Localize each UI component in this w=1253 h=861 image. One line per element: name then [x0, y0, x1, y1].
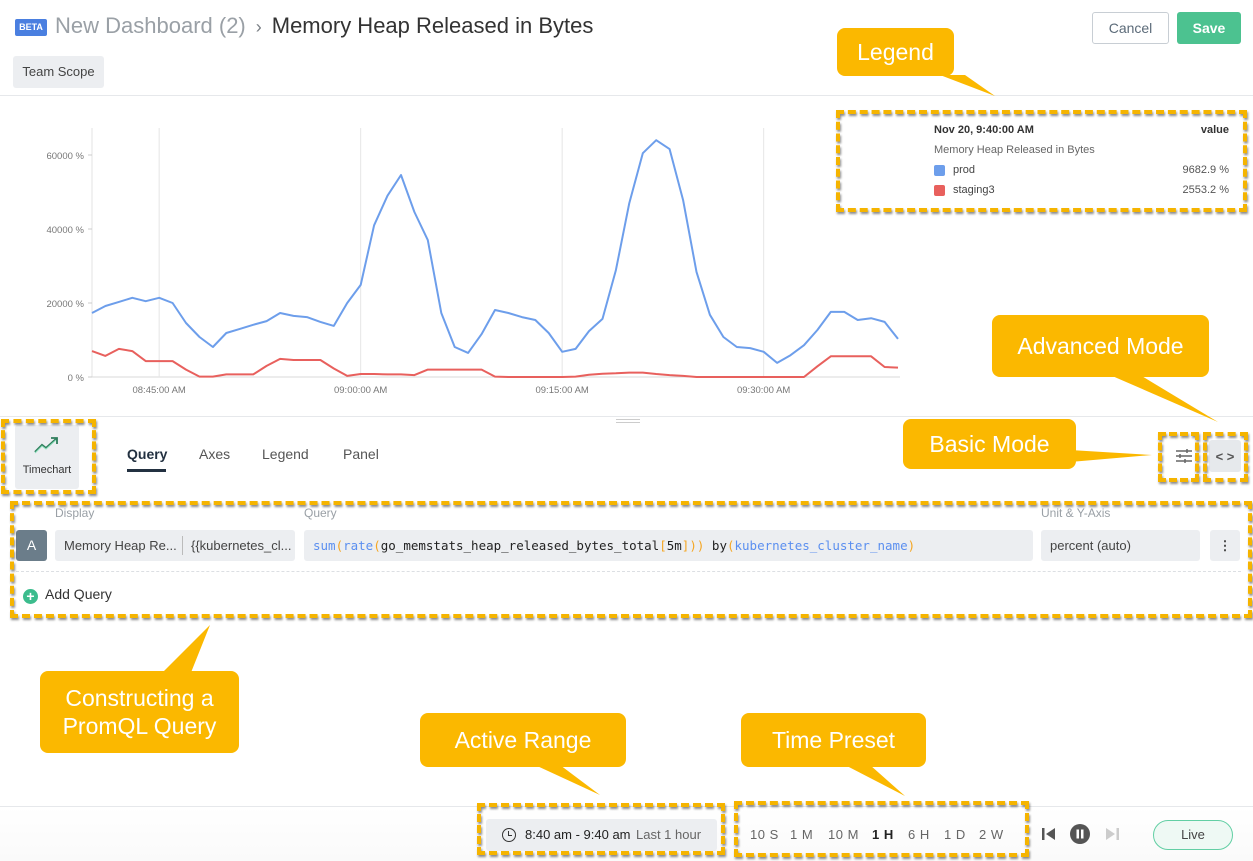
y-tick-label: 20000 % [46, 299, 84, 310]
callout-advanced-mode: Advanced Mode [992, 315, 1209, 377]
callout-time-preset: Time Preset [741, 713, 926, 767]
team-scope-button[interactable]: Team Scope [13, 56, 104, 88]
callout-basic-mode: Basic Mode [903, 419, 1076, 469]
timechart[interactable]: 0 % 20000 % 40000 % 60000 % 08:45:00 AM 09:0… [0, 100, 910, 405]
y-tick-label: 0 % [68, 373, 85, 384]
x-tick-label: 08:45:00 AM [132, 385, 185, 396]
query-token: go_memstats_heap_released_bytes_total [380, 538, 660, 553]
resize-handle[interactable] [616, 419, 640, 423]
tab-panel[interactable]: Panel [343, 446, 379, 462]
header: BETA New Dashboard (2) › Memory Heap Relea… [0, 0, 1253, 96]
preset-6h[interactable]: 6 H [908, 827, 930, 842]
page-title: Memory Heap Released in Bytes [271, 13, 594, 38]
preset-10s[interactable]: 10 S [750, 827, 779, 842]
y-tick-label: 40000 % [46, 225, 84, 236]
legend-row-prod[interactable]: prod 9682.9 % [934, 164, 1229, 178]
x-tick-label: 09:15:00 AM [535, 385, 588, 396]
panel-divider [0, 416, 1253, 417]
sliders-icon [1176, 449, 1192, 463]
query-token: rate [343, 538, 374, 553]
basic-mode-button[interactable] [1168, 440, 1200, 472]
query-token: kubernetes_cluster_name [734, 538, 908, 553]
legend-timestamp: Nov 20, 9:40:00 AM [934, 124, 1034, 136]
query-token: 5m [666, 538, 682, 553]
legend-series-value: 9682.9 % [1182, 164, 1229, 176]
preset-1h[interactable]: 1 H [872, 827, 894, 842]
query-column-label: Query [304, 506, 337, 520]
legend-series-value: 2553.2 % [1182, 184, 1229, 196]
code-brackets-icon: < > [1215, 449, 1235, 464]
preset-1m[interactable]: 1 M [790, 827, 813, 842]
preset-2w[interactable]: 2 W [979, 827, 1004, 842]
callout-promql-line1: Constructing a [65, 685, 214, 711]
range-label: Last 1 hour [636, 827, 702, 842]
cancel-button[interactable]: Cancel [1092, 12, 1169, 44]
callout-promql: Constructing a PromQL Query [40, 671, 239, 753]
breadcrumb: New Dashboard (2) › Memory Heap Released i… [55, 13, 593, 39]
visualization-type-label: Timechart [22, 464, 72, 476]
breadcrumb-dashboard-link[interactable]: New Dashboard (2) [55, 13, 246, 38]
y-tick-label: 60000 % [46, 151, 84, 162]
legend-swatch-prod [934, 165, 945, 176]
skip-forward-icon[interactable] [1104, 826, 1120, 842]
query-token: by [704, 538, 727, 553]
tab-axes[interactable]: Axes [199, 446, 230, 462]
chevron-right-icon: › [255, 17, 262, 37]
beta-badge: BETA [15, 19, 47, 36]
legend-swatch-staging3 [934, 185, 945, 196]
active-tab-indicator [127, 469, 166, 472]
legend-format-input[interactable]: {{kubernetes_cl... [182, 530, 295, 561]
active-range-button[interactable]: 8:40 am - 9:40 am Last 1 hour [486, 819, 717, 851]
legend-metric-title: Memory Heap Released in Bytes [934, 144, 1095, 156]
legend-format-value: {{kubernetes_cl... [191, 538, 292, 553]
legend-series-name: prod [953, 164, 976, 176]
x-tick-label: 09:30:00 AM [737, 385, 790, 396]
query-letter-badge[interactable]: A [16, 530, 47, 561]
promql-query-input[interactable]: sum(rate(go_memstats_heap_released_bytes… [304, 530, 1033, 561]
unit-column-label: Unit & Y-Axis [1041, 506, 1111, 520]
preset-1d[interactable]: 1 D [944, 827, 966, 842]
display-name-input[interactable]: Memory Heap Re... [64, 538, 177, 553]
save-button[interactable]: Save [1177, 12, 1241, 44]
query-token: sum [313, 538, 336, 553]
clock-icon [502, 828, 516, 842]
visualization-type-selector[interactable]: Timechart [15, 425, 79, 489]
range-time: 8:40 am - 9:40 am [525, 827, 631, 842]
tab-query[interactable]: Query [127, 446, 167, 462]
advanced-mode-button[interactable]: < > [1209, 440, 1241, 472]
callout-active-range: Active Range [420, 713, 626, 767]
add-query-label: Add Query [45, 586, 112, 602]
x-tick-label: 09:00:00 AM [334, 385, 387, 396]
series-line-prod[interactable] [91, 139, 899, 364]
preset-10m[interactable]: 10 M [828, 827, 859, 842]
plus-circle-icon: + [23, 589, 38, 604]
tab-legend[interactable]: Legend [262, 446, 309, 462]
display-column-label: Display [55, 506, 95, 520]
live-button[interactable]: Live [1153, 820, 1233, 850]
skip-back-icon[interactable] [1041, 826, 1057, 842]
legend-value-header: value [1200, 124, 1229, 136]
query-divider [16, 571, 1241, 572]
pause-icon[interactable] [1070, 824, 1090, 844]
more-options-icon[interactable]: ⋮ [1210, 530, 1240, 561]
callout-promql-line2: PromQL Query [62, 713, 217, 739]
add-query-button[interactable]: + Add Query [23, 586, 112, 604]
chart-legend: Nov 20, 9:40:00 AM value Memory Heap Rel… [930, 118, 1235, 203]
callout-legend: Legend [837, 28, 954, 76]
unit-select[interactable]: percent (auto) [1041, 530, 1200, 561]
legend-series-name: staging3 [953, 184, 995, 196]
legend-row-staging3[interactable]: staging3 2553.2 % [934, 184, 1229, 198]
trending-up-icon [34, 437, 58, 454]
